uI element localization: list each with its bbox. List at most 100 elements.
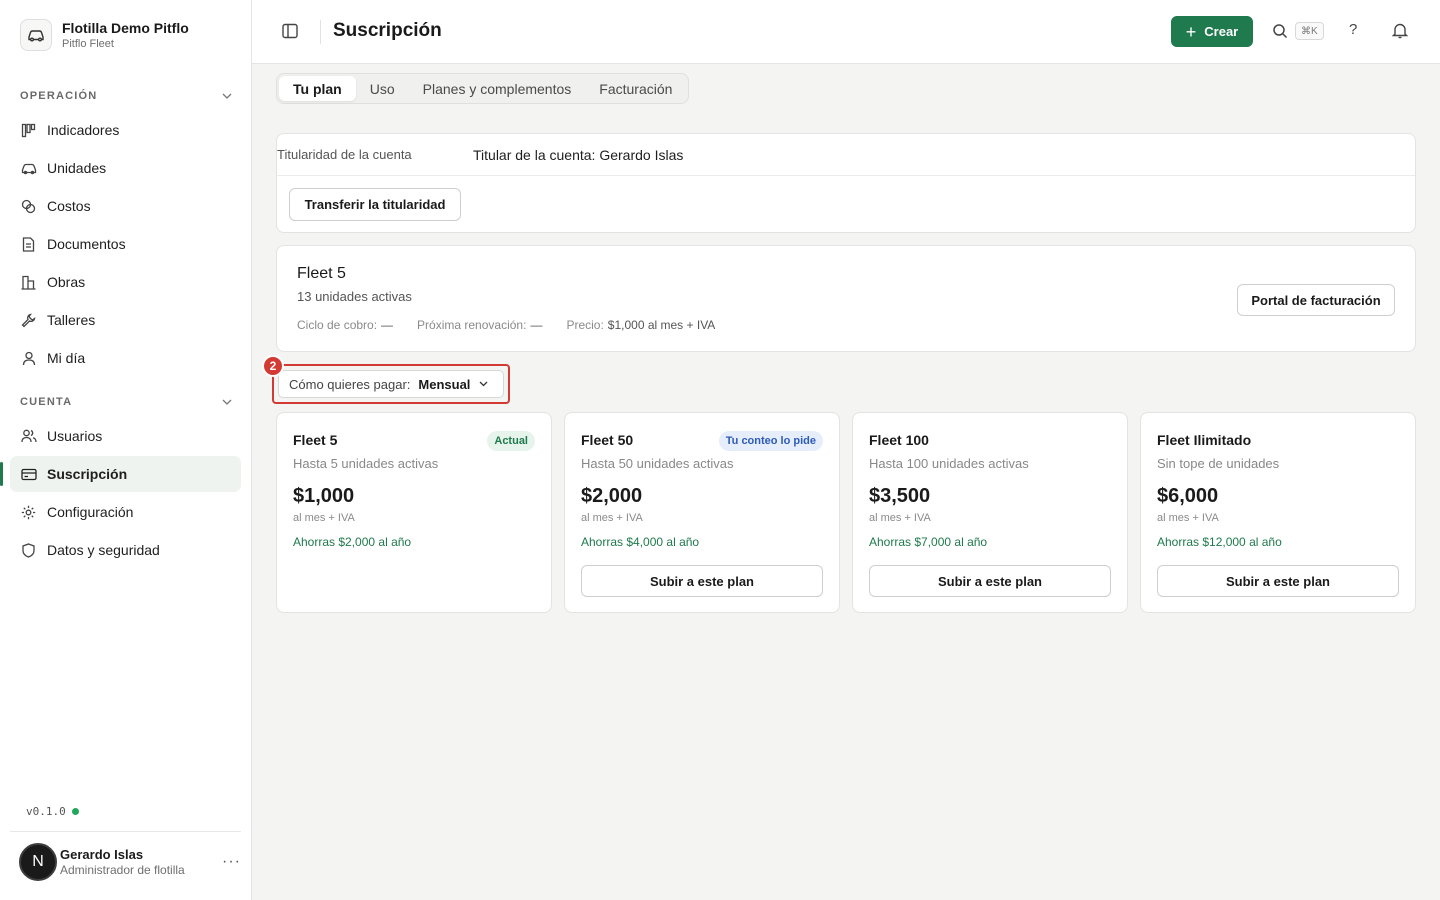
ownership-label: Titularidad de la cuenta (277, 147, 412, 162)
search-icon[interactable] (1272, 23, 1288, 42)
tier-card-fleet-100: Fleet 100 Hasta 100 unidades activas $3,… (852, 412, 1128, 613)
tier-price: $3,500 (869, 485, 931, 507)
building-icon (20, 274, 37, 291)
sidebar-item-talleres[interactable]: Talleres (10, 302, 241, 338)
section-title: OPERACIÓN (20, 90, 98, 102)
bar-chart-icon (20, 122, 37, 139)
billing-cycle-label: Ciclo de cobro: (297, 318, 378, 332)
sidebar-item-label: Unidades (47, 160, 107, 176)
sidebar-item-obras[interactable]: Obras (10, 264, 241, 300)
user-role: Administrador de flotilla (60, 862, 185, 877)
current-badge: Actual (487, 431, 535, 451)
section-title: CUENTA (20, 396, 73, 408)
sidebar-item-label: Configuración (47, 504, 134, 520)
chevron-down-icon (479, 381, 488, 387)
sidebar-item-unidades[interactable]: Unidades (10, 150, 241, 186)
bell-icon[interactable] (1391, 22, 1409, 42)
tier-period: al mes + IVA (581, 512, 643, 524)
tier-savings: Ahorras $4,000 al año (581, 535, 700, 549)
ownership-value: Titular de la cuenta: Gerardo Islas (473, 146, 684, 163)
plus-icon: + (1185, 21, 1197, 42)
price-value: $1,000 al mes + IVA (607, 318, 716, 332)
section-cuenta-header[interactable]: CUENTA (20, 396, 232, 408)
create-button[interactable]: + Crear (1171, 16, 1253, 47)
sidebar: Flotilla Demo Pitflo Pitflo Fleet OPERAC… (0, 0, 252, 900)
coins-icon (20, 198, 37, 215)
sidebar-item-label: Usuarios (47, 428, 103, 444)
user-menu[interactable]: N Gerardo Islas Administrador de flotill… (19, 843, 241, 881)
tier-card-fleet-5: Fleet 5 Actual Hasta 5 unidades activas … (276, 412, 552, 613)
sidebar-item-indicadores[interactable]: Indicadores (10, 112, 241, 148)
sidebar-item-documentos[interactable]: Documentos (10, 226, 241, 262)
user-name: Gerardo Islas (60, 846, 144, 862)
upgrade-button[interactable]: Subir a este plan (869, 565, 1111, 597)
more-options-icon[interactable]: ··· (222, 853, 241, 871)
sidebar-toggle-icon[interactable] (281, 22, 299, 43)
section-operacion-header[interactable]: OPERACIÓN (20, 90, 232, 102)
renewal-value: — (530, 318, 543, 332)
tab-planes-complementos[interactable]: Planes y complementos (409, 76, 586, 101)
tab-facturacion[interactable]: Facturación (585, 76, 686, 101)
sidebar-item-label: Suscripción (47, 466, 128, 482)
divider (320, 20, 321, 44)
sidebar-item-mi-dia[interactable]: Mi día (10, 340, 241, 376)
billing-portal-button[interactable]: Portal de facturación (1237, 284, 1395, 316)
billing-cycle-value: — (381, 318, 394, 332)
org-name: Flotilla Demo Pitflo (62, 19, 189, 36)
sidebar-item-label: Mi día (47, 350, 86, 366)
car-icon (20, 160, 37, 177)
car-logo-icon (20, 19, 52, 51)
sidebar-item-label: Indicadores (47, 122, 120, 138)
nav-operacion: Indicadores Unidades Costos Documentos O… (10, 112, 241, 378)
current-plan-card: Fleet 5 13 unidades activas Ciclo de cob… (276, 245, 1416, 352)
sidebar-item-configuracion[interactable]: Configuración (10, 494, 241, 530)
recommended-badge: Tu conteo lo pide (718, 431, 823, 451)
sidebar-item-usuarios[interactable]: Usuarios (10, 418, 241, 454)
tier-price: $2,000 (581, 485, 643, 507)
tier-period: al mes + IVA (293, 512, 355, 524)
user-icon (20, 350, 37, 367)
current-plan-units: 13 unidades activas (297, 289, 412, 304)
tier-name: Fleet Ilimitado (1157, 432, 1252, 448)
tier-period: al mes + IVA (869, 512, 931, 524)
org-subtitle: Pitflo Fleet (62, 37, 114, 50)
sidebar-item-datos-seguridad[interactable]: Datos y seguridad (10, 532, 241, 568)
step-badge: 2 (262, 355, 284, 377)
tier-savings: Ahorras $2,000 al año (293, 535, 412, 549)
tier-price: $1,000 (293, 485, 355, 507)
credit-card-icon (20, 466, 37, 483)
tier-description: Hasta 100 unidades activas (869, 456, 1029, 471)
shortcut-badge: ⌘K (1295, 22, 1324, 40)
version-indicator: v0.1.0 (26, 805, 79, 818)
org-switcher[interactable]: Flotilla Demo Pitflo Pitflo Fleet (20, 19, 189, 51)
tier-name: Fleet 50 (581, 432, 634, 448)
upgrade-button[interactable]: Subir a este plan (1157, 565, 1399, 597)
price-label: Precio: (566, 318, 604, 332)
status-dot-icon (71, 808, 79, 815)
subscription-tabs: Tu plan Uso Planes y complementos Factur… (276, 73, 690, 104)
tier-name: Fleet 100 (869, 432, 929, 448)
payment-frequency-value: Mensual (418, 376, 471, 392)
tier-savings: Ahorras $7,000 al año (869, 535, 988, 549)
gear-icon (20, 504, 37, 521)
payment-frequency-highlight: Cómo quieres pagar: Mensual (272, 364, 510, 404)
tier-description: Hasta 5 unidades activas (293, 456, 439, 471)
help-icon[interactable]: ? (1349, 21, 1357, 38)
create-label: Crear (1204, 24, 1239, 39)
tier-savings: Ahorras $12,000 al año (1157, 535, 1282, 549)
renewal-label: Próxima renovación: (417, 318, 527, 332)
tier-price: $6,000 (1157, 485, 1219, 507)
sidebar-item-costos[interactable]: Costos (10, 188, 241, 224)
sidebar-item-label: Costos (47, 198, 91, 214)
tab-uso[interactable]: Uso (356, 76, 409, 101)
transfer-ownership-button[interactable]: Transferir la titularidad (289, 188, 461, 221)
upgrade-button[interactable]: Subir a este plan (581, 565, 823, 597)
tier-description: Hasta 50 unidades activas (581, 456, 734, 471)
tab-tu-plan[interactable]: Tu plan (279, 76, 356, 101)
page-title: Suscripción (333, 20, 442, 41)
chevron-down-icon (222, 93, 232, 99)
users-icon (20, 428, 37, 445)
version-label: v0.1.0 (26, 805, 66, 818)
sidebar-item-suscripcion[interactable]: Suscripción (0, 456, 241, 492)
payment-frequency-select[interactable]: Cómo quieres pagar: Mensual (278, 370, 504, 398)
